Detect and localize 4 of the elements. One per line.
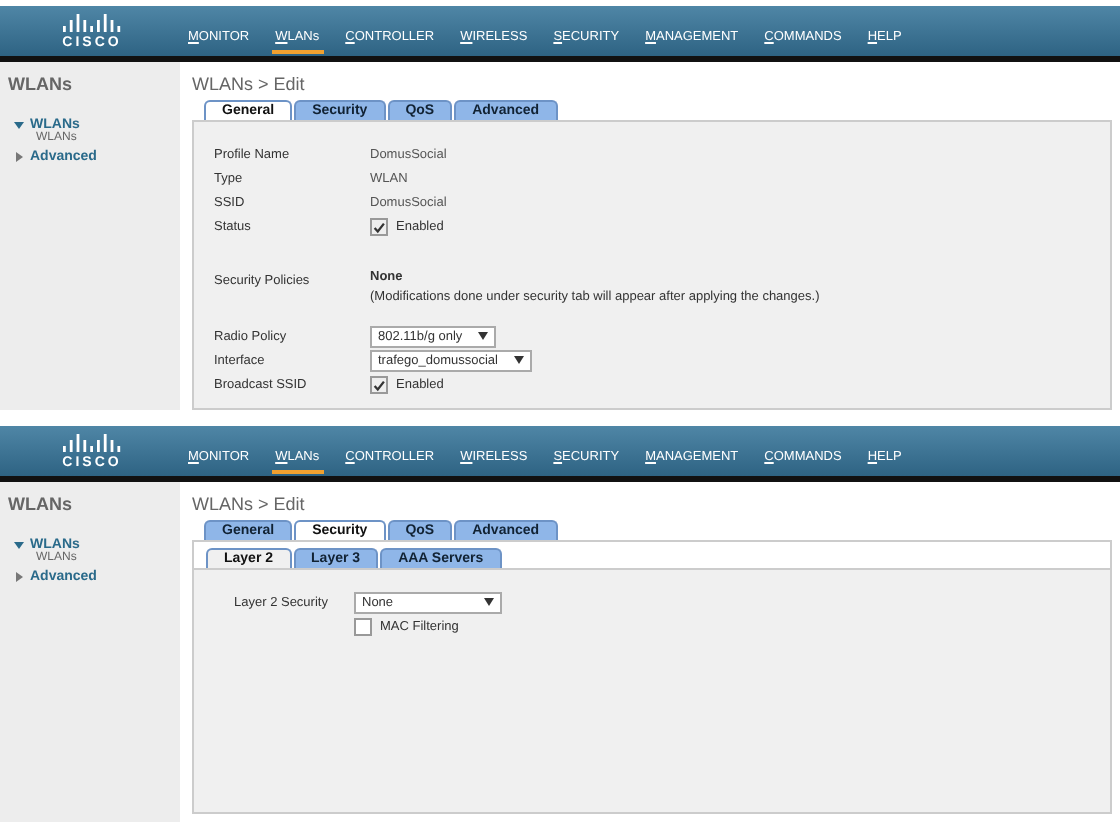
page-title: WLANs > Edit: [192, 74, 307, 94]
sidebar-title: WLANs: [8, 494, 74, 514]
sidebar-title: WLANs: [8, 74, 74, 94]
page-title: WLANs > Edit: [192, 494, 307, 514]
